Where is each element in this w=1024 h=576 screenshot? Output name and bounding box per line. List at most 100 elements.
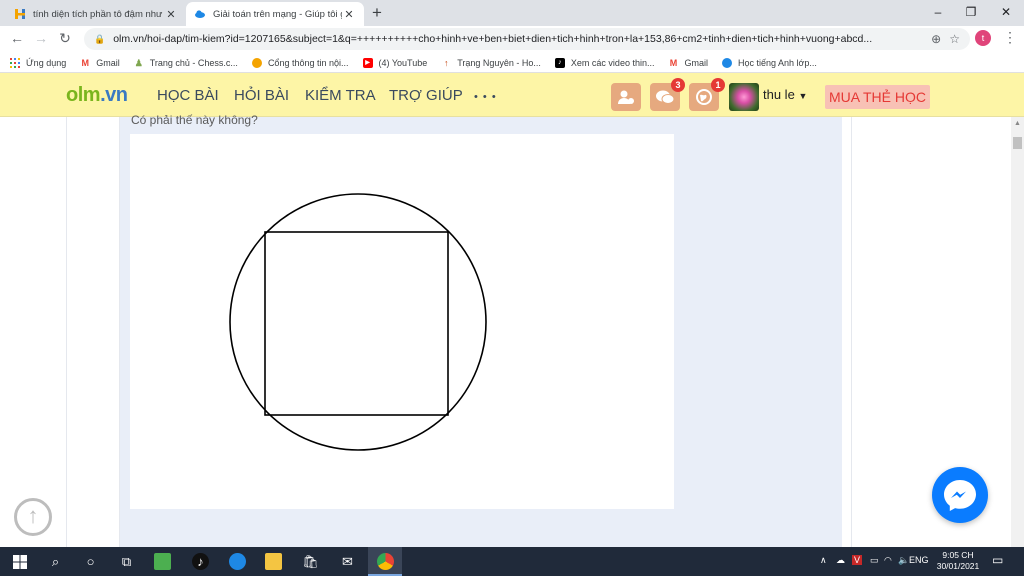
bookmark-label: Gmail — [96, 57, 120, 68]
hoc247-favicon-icon — [14, 8, 26, 20]
bookmark-item[interactable]: Học tiếng Anh lớp... — [721, 57, 817, 68]
pin-icon: ↑ — [443, 57, 449, 68]
bookmark-item[interactable]: Ứng dụng — [10, 57, 67, 68]
clock-time: 9:05 CH — [942, 550, 974, 560]
chess-pawn-icon: ♟ — [134, 57, 143, 68]
search-icon[interactable]: ⌕ — [47, 553, 64, 570]
page-scrollbar[interactable]: ▲ — [1011, 117, 1024, 547]
buy-card-button[interactable]: MUA THẺ HỌC — [825, 85, 930, 109]
bookmark-label: Cổng thông tin nội... — [267, 57, 349, 68]
store-icon[interactable]: 🛍 — [302, 553, 319, 570]
bookmark-label: Gmail — [684, 57, 708, 68]
nav-kiem-tra[interactable]: KIỂM TRA — [305, 87, 376, 104]
olm-logo[interactable]: olm.vn — [66, 84, 128, 107]
caret-down-icon: ▼ — [798, 91, 808, 101]
messenger-icon — [944, 480, 976, 511]
back-icon[interactable]: ← — [8, 30, 26, 46]
bookmark-item[interactable]: ▶ (4) YouTube — [362, 57, 428, 68]
address-bar[interactable]: 🔒 olm.vn/hoi-dap/tim-kiem?id=1207165&sub… — [84, 28, 970, 50]
left-gutter — [66, 117, 120, 547]
answer-figure — [130, 134, 674, 509]
browser-menu-icon[interactable]: ⋮ — [1003, 29, 1017, 46]
cloud-favicon-icon — [194, 8, 206, 20]
site-header: olm.vn HỌC BÀI HỎI BÀI KIỂM TRA TRỢ GIÚP… — [0, 73, 1024, 117]
user-avatar[interactable] — [729, 83, 759, 111]
bookmark-item[interactable]: M Gmail — [668, 58, 708, 68]
nav-hoi-bai[interactable]: HỎI BÀI — [234, 87, 289, 104]
tab-title: tính diện tích phần tô đậm như h — [33, 8, 164, 20]
zoom-icon[interactable]: ⊕ — [931, 32, 941, 46]
logo-domain: .vn — [100, 84, 128, 106]
profile-avatar[interactable]: t — [975, 30, 991, 46]
gmail-icon: M — [669, 57, 678, 68]
battery-icon[interactable]: ▭ — [870, 555, 879, 566]
bookmark-item[interactable]: ↑ Trạng Nguyên - Ho... — [441, 58, 541, 68]
youtube-icon: ▶ — [362, 57, 373, 68]
tab-giai-toan[interactable]: Giải toán trên mạng - Giúp tôi gi ✕ — [186, 2, 364, 26]
chrome-icon — [377, 553, 394, 570]
tiktok-icon: ♪ — [554, 57, 565, 68]
clock-date: 30/01/2021 — [936, 561, 980, 571]
chat-bubbles-icon — [656, 90, 675, 104]
mail-icon[interactable]: ✉ — [339, 553, 356, 570]
bookmark-label: Ứng dụng — [26, 57, 67, 68]
task-view-icon[interactable]: ⧉ — [118, 553, 135, 570]
add-friend-button[interactable] — [611, 83, 641, 111]
tab-close-icon[interactable]: ✕ — [342, 8, 356, 21]
tab-close-icon[interactable]: ✕ — [164, 8, 178, 21]
bookmarks-bar: Ứng dụng M Gmail ♟ Trang chủ - Chess.c..… — [0, 53, 1024, 73]
bookmark-label: Trạng Nguyên - Ho... — [457, 57, 541, 68]
reload-icon[interactable]: ↻ — [56, 30, 74, 47]
vietkey-icon[interactable]: V — [852, 555, 863, 565]
lock-icon: 🔒 — [94, 33, 106, 44]
notification-center-icon[interactable]: ▭ — [992, 553, 1003, 567]
new-tab-button[interactable]: + — [372, 3, 382, 23]
browser-toolbar: ← → ↻ 🔒 olm.vn/hoi-dap/tim-kiem?id=12071… — [0, 26, 1024, 53]
answer-text: Có phải thế này không? — [131, 113, 258, 127]
globe-notify-icon — [696, 89, 712, 105]
circle-square-diagram — [229, 193, 487, 451]
bookmark-item[interactable]: ♟ Trang chủ - Chess.c... — [134, 58, 238, 68]
back-to-top-button[interactable]: ↑ — [14, 498, 52, 536]
minecraft-icon[interactable] — [154, 553, 171, 570]
nav-tro-giup[interactable]: TRỢ GIÚP — [389, 87, 463, 104]
onedrive-icon[interactable]: ☁ — [836, 555, 845, 566]
file-explorer-icon[interactable] — [265, 553, 282, 570]
scroll-up-icon[interactable]: ▲ — [1014, 120, 1021, 127]
messages-badge: 3 — [671, 78, 685, 92]
nav-hoc-bai[interactable]: HỌC BÀI — [157, 87, 219, 104]
tab-dien-tich[interactable]: tính diện tích phần tô đậm như h ✕ — [6, 2, 186, 26]
username-label: thu le — [763, 87, 795, 102]
bookmark-label: Học tiếng Anh lớp... — [737, 57, 817, 68]
user-menu[interactable]: thu le ▼ — [763, 87, 807, 102]
bookmark-label: (4) YouTube — [378, 57, 428, 68]
language-indicator[interactable]: ENG — [909, 555, 929, 565]
bookmark-item[interactable]: Cổng thông tin nội... — [251, 57, 349, 68]
nav-more[interactable]: • • • — [474, 91, 497, 103]
tiktok-app-icon[interactable]: ♪ — [192, 553, 209, 570]
bookmark-label: Trang chủ - Chess.c... — [149, 57, 238, 68]
logo-main: olm — [66, 84, 101, 106]
globe-icon — [721, 57, 732, 68]
wifi-icon[interactable]: ◠ — [884, 555, 892, 566]
show-hidden-icons[interactable]: ∧ — [820, 555, 827, 566]
apps-grid-icon — [10, 57, 20, 68]
forward-icon[interactable]: → — [32, 30, 50, 46]
edge-icon[interactable] — [229, 553, 246, 570]
clock[interactable]: 9:05 CH 30/01/2021 — [936, 550, 980, 572]
arrow-up-icon: ↑ — [27, 503, 39, 528]
inscribed-square — [264, 231, 449, 416]
cortana-icon[interactable]: ○ — [82, 553, 99, 570]
bookmark-item[interactable]: ♪ Xem các video thin... — [554, 57, 654, 68]
bookmark-star-icon[interactable]: ☆ — [949, 32, 960, 46]
windows-start-icon[interactable] — [11, 553, 28, 570]
volume-icon[interactable]: 🔈 — [898, 555, 909, 566]
scroll-thumb[interactable] — [1013, 137, 1022, 149]
bookmark-item[interactable]: M Gmail — [80, 57, 120, 68]
close-window-button[interactable]: ✕ — [983, 2, 1024, 22]
user-add-icon — [618, 90, 634, 104]
gmail-icon: M — [81, 57, 89, 68]
browser-tab-strip: tính diện tích phần tô đậm như h ✕ Giải … — [0, 0, 1024, 26]
messenger-chat-button[interactable] — [932, 467, 988, 523]
url-text: olm.vn/hoi-dap/tim-kiem?id=1207165&subje… — [113, 33, 873, 45]
